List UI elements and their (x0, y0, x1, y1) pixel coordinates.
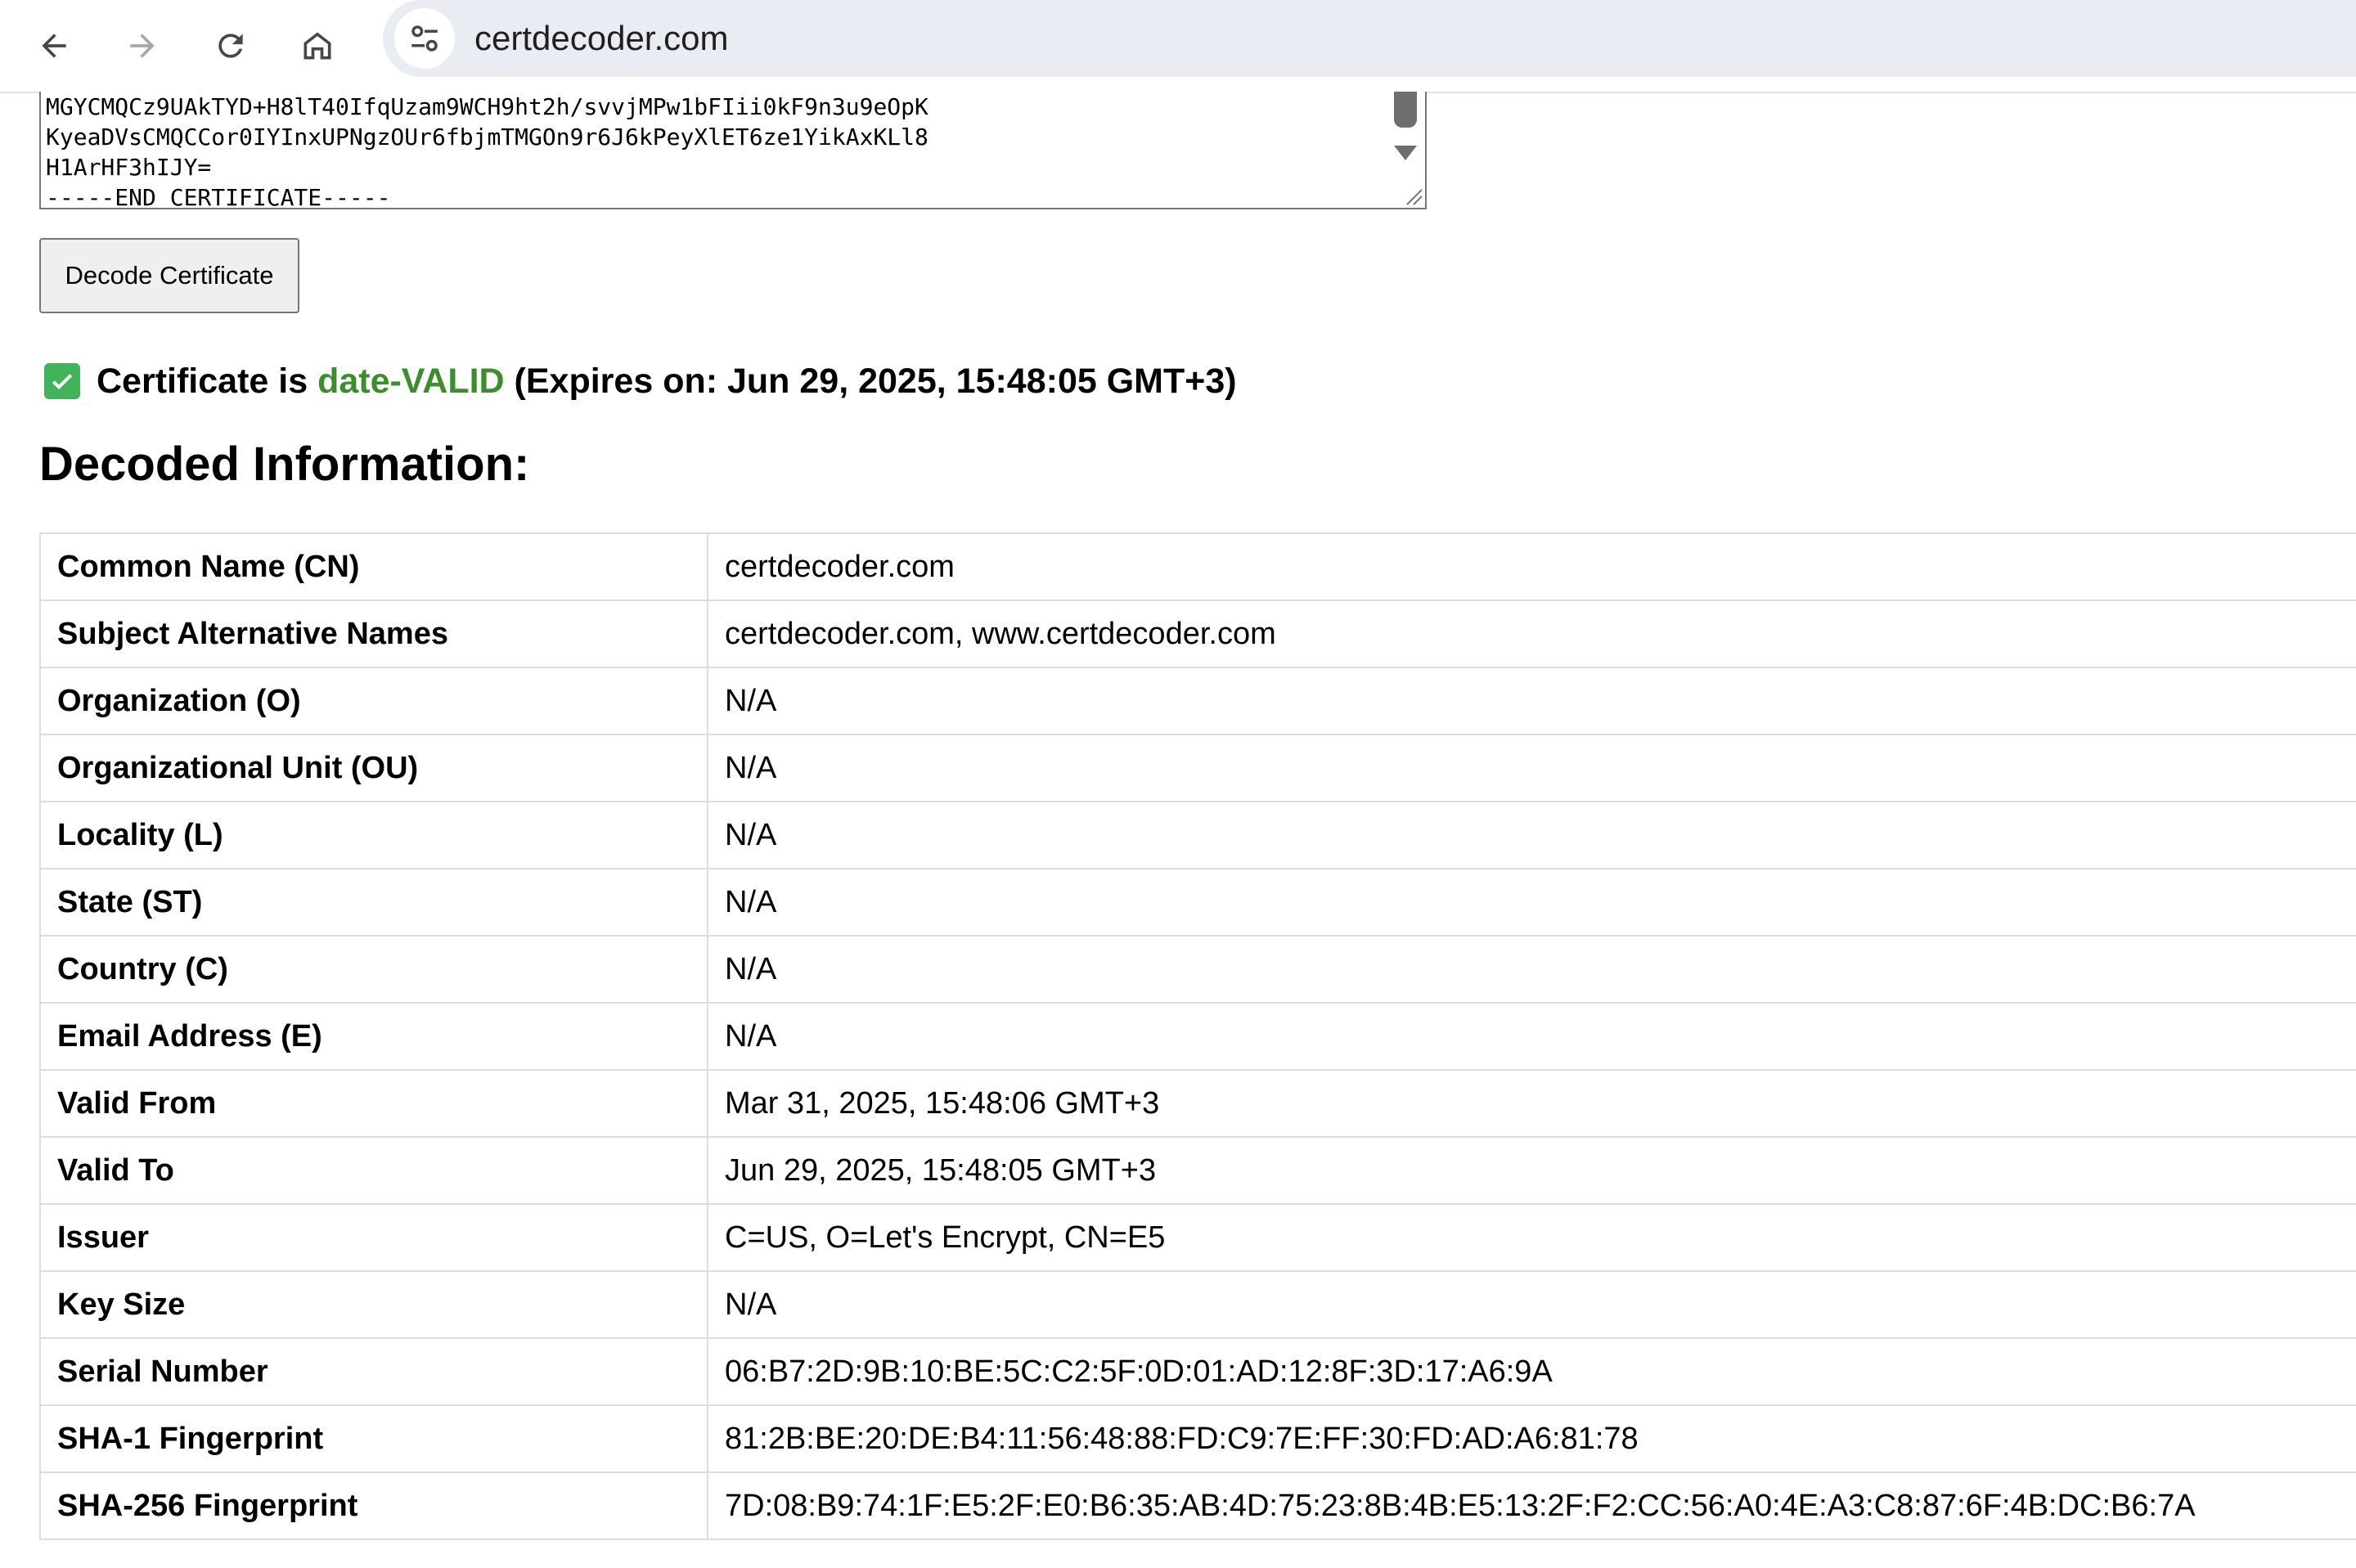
field-value: certdecoder.com (707, 532, 2356, 601)
table-row: Country (C) N/A (39, 935, 2356, 1004)
field-label: Country (C) (39, 935, 708, 1004)
check-box-icon (44, 363, 80, 399)
status-valid-text: date-VALID (317, 361, 505, 401)
table-row: Valid To Jun 29, 2025, 15:48:05 GMT+3 (39, 1136, 2356, 1205)
field-label: Valid From (39, 1069, 708, 1138)
arrow-left-icon (42, 34, 66, 58)
reload-icon (218, 34, 243, 58)
reload-button[interactable] (196, 11, 265, 80)
status-prefix: Certificate is (97, 361, 318, 401)
forward-button[interactable] (108, 11, 177, 80)
scrollbar-thumb[interactable] (1394, 92, 1417, 128)
browser-toolbar: certdecoder.com (0, 0, 2356, 93)
table-row: SHA-1 Fingerprint 81:2B:BE:20:DE:B4:11:56… (39, 1404, 2356, 1473)
field-value: N/A (707, 1270, 2356, 1339)
scroll-down-arrow-icon[interactable] (1394, 146, 1417, 160)
field-value: N/A (707, 667, 2356, 735)
field-label: Email Address (E) (39, 1002, 708, 1071)
decoded-info-table: Common Name (CN) certdecoder.com Subject A… (39, 532, 2356, 1540)
field-label: Organizational Unit (OU) (39, 734, 708, 802)
field-label: SHA-1 Fingerprint (39, 1404, 708, 1473)
url-text[interactable]: certdecoder.com (474, 18, 729, 59)
home-icon (303, 32, 331, 60)
certificate-line: H1ArHF3hIJY= (46, 154, 212, 181)
validity-status: Certificate is date-VALID (Expires on: J… (44, 357, 1237, 406)
table-row: Serial Number 06:B7:2D:9B:10:BE:5C:C2:5F:… (39, 1337, 2356, 1406)
field-label: SHA-256 Fingerprint (39, 1471, 708, 1540)
field-value: certdecoder.com, www.certdecoder.com (707, 600, 2356, 668)
table-row: Common Name (CN) certdecoder.com (39, 532, 2356, 601)
field-value: C=US, O=Let's Encrypt, CN=E5 (707, 1203, 2356, 1272)
field-label: Key Size (39, 1270, 708, 1339)
field-value: 81:2B:BE:20:DE:B4:11:56:48:88:FD:C9:7E:F… (707, 1404, 2356, 1473)
decoded-information-title: Decoded Information: (39, 438, 530, 491)
table-row: SHA-256 Fingerprint 7D:08:B9:74:1F:E5:2F:… (39, 1471, 2356, 1540)
tune-icon (411, 25, 438, 52)
table-row: Organization (O) N/A (39, 667, 2356, 735)
field-value: N/A (707, 935, 2356, 1004)
home-button[interactable] (283, 11, 352, 80)
field-label: State (ST) (39, 868, 708, 937)
site-info-button[interactable] (394, 8, 455, 69)
field-value: N/A (707, 801, 2356, 869)
field-label: Valid To (39, 1136, 708, 1205)
field-value: Jun 29, 2025, 15:48:05 GMT+3 (707, 1136, 2356, 1205)
certificate-line: MGYCMQCz9UAkTYD+H8lT40IfqUzam9WCH9ht2h/s… (46, 93, 928, 120)
table-row: Subject Alternative Names certdecoder.com… (39, 600, 2356, 668)
field-label: Serial Number (39, 1337, 708, 1406)
table-row: Valid From Mar 31, 2025, 15:48:06 GMT+3 (39, 1069, 2356, 1138)
certificate-text[interactable]: MGYCMQCz9UAkTYD+H8lT40IfqUzam9WCH9ht2h/s… (46, 92, 928, 209)
field-label: Subject Alternative Names (39, 600, 708, 668)
arrow-right-icon (130, 34, 155, 58)
certificate-textarea[interactable]: MGYCMQCz9UAkTYD+H8lT40IfqUzam9WCH9ht2h/s… (39, 92, 1427, 209)
table-row: State (ST) N/A (39, 868, 2356, 937)
status-expiry: (Expires on: Jun 29, 2025, 15:48:05 GMT+… (504, 361, 1237, 401)
back-button[interactable] (20, 11, 88, 80)
decode-certificate-button[interactable]: Decode Certificate (39, 238, 299, 313)
field-label: Issuer (39, 1203, 708, 1272)
table-row: Key Size N/A (39, 1270, 2356, 1339)
certificate-line: KyeaDVsCMQCCor0IYInxUPNgzOUr6fbjmTMGOn9r… (46, 124, 928, 151)
field-label: Common Name (CN) (39, 532, 708, 601)
field-label: Organization (O) (39, 667, 708, 735)
address-bar[interactable]: certdecoder.com (383, 0, 2356, 77)
table-row: Issuer C=US, O=Let's Encrypt, CN=E5 (39, 1203, 2356, 1272)
table-row: Email Address (E) N/A (39, 1002, 2356, 1071)
resize-grip-icon[interactable] (1402, 185, 1423, 206)
table-row: Locality (L) N/A (39, 801, 2356, 869)
field-value: 7D:08:B9:74:1F:E5:2F:E0:B6:35:AB:4D:75:2… (707, 1471, 2356, 1540)
field-value: N/A (707, 734, 2356, 802)
field-value: Mar 31, 2025, 15:48:06 GMT+3 (707, 1069, 2356, 1138)
table-row: Organizational Unit (OU) N/A (39, 734, 2356, 802)
field-value: N/A (707, 868, 2356, 937)
field-value: N/A (707, 1002, 2356, 1071)
field-label: Locality (L) (39, 801, 708, 869)
certificate-line: -----END CERTIFICATE----- (46, 184, 391, 209)
field-value: 06:B7:2D:9B:10:BE:5C:C2:5F:0D:01:AD:12:8… (707, 1337, 2356, 1406)
